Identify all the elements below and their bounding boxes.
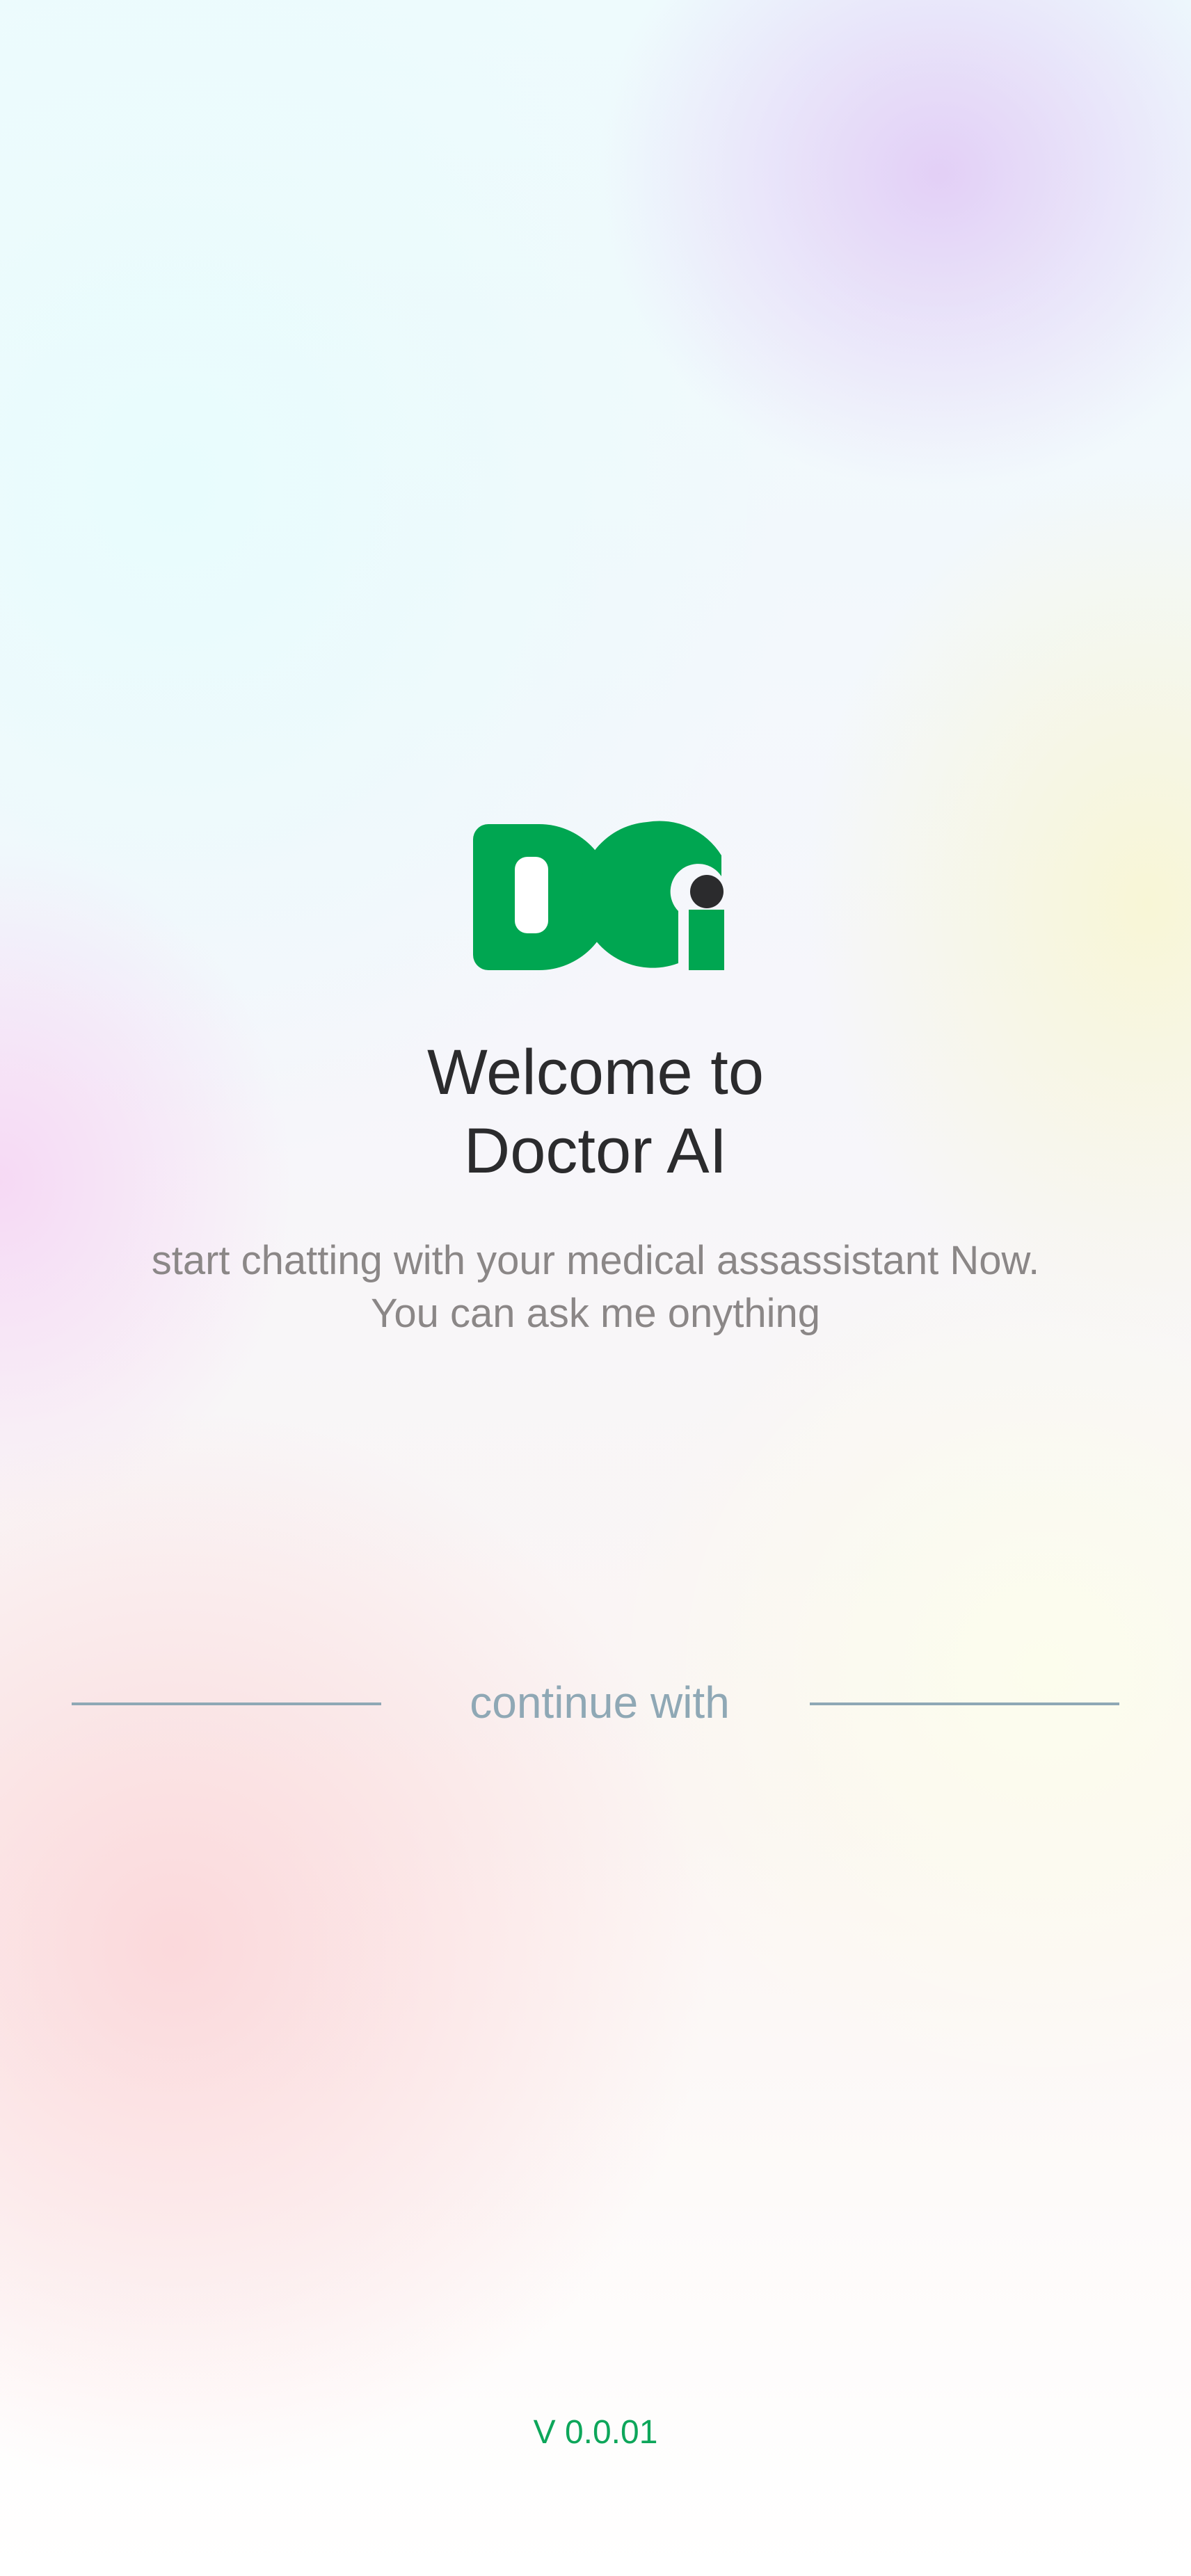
welcome-screen: Welcome to Doctor AI start chatting with… <box>0 0 1191 2576</box>
continue-with-label: continue with <box>470 1677 730 1728</box>
welcome-subtitle-line2: You can ask me onything <box>371 1291 820 1336</box>
welcome-title-line1: Welcome to <box>426 1037 765 1108</box>
app-version: V 0.0.01 <box>533 2414 658 2451</box>
divider-left <box>72 1702 381 1705</box>
welcome-subtitle-line1: start chatting with your medical assassi… <box>151 1238 1040 1283</box>
divider-right <box>810 1702 1119 1705</box>
app-logo-icon <box>473 821 724 970</box>
welcome-title-line2: Doctor AI <box>463 1116 728 1186</box>
